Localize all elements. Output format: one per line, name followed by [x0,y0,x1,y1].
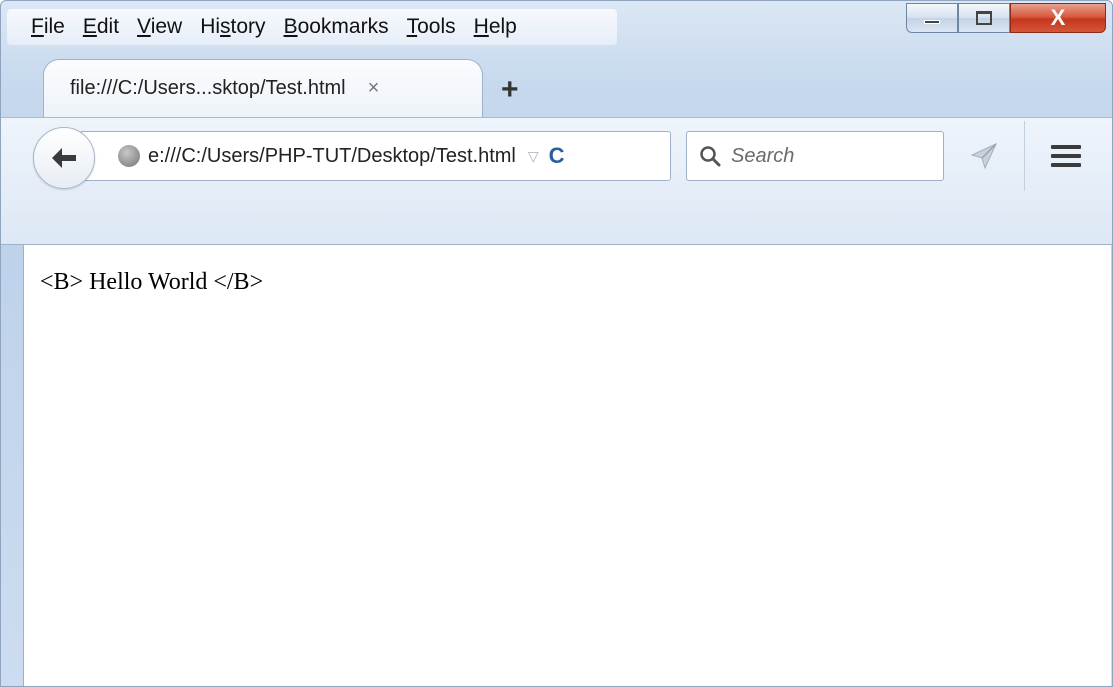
close-icon: X [1050,5,1066,30]
menu-history[interactable]: History [200,15,265,39]
maximize-button[interactable] [958,3,1010,33]
send-icon[interactable] [969,141,999,171]
toolbar-divider [1024,121,1025,191]
menu-bar: File Edit View History Bookmarks Tools H… [7,9,617,45]
back-arrow-icon [52,148,76,168]
menu-help[interactable]: Help [474,15,517,39]
tab-title: file:///C:/Users...sktop/Test.html [70,77,346,99]
page-text: <B> Hello World </B> [40,269,264,295]
back-button[interactable] [33,127,95,189]
page-content: <B> Hello World </B> [23,245,1111,686]
tab-close-icon[interactable]: × [368,77,380,100]
menu-file[interactable]: File [31,15,65,39]
minimize-icon [924,20,940,24]
menu-bookmarks[interactable]: Bookmarks [284,15,389,39]
globe-icon [118,145,140,167]
minimize-button[interactable] [906,3,958,33]
history-dropdown-icon[interactable]: ▽ [528,148,539,165]
url-bar[interactable]: e:///C:/Users/PHP-TUT/Desktop/Test.html … [81,131,671,181]
close-window-button[interactable]: X [1010,3,1106,33]
new-tab-button[interactable]: + [501,73,519,107]
hamburger-menu-icon[interactable] [1051,145,1081,167]
url-text[interactable]: e:///C:/Users/PHP-TUT/Desktop/Test.html [148,145,516,168]
window-controls: X [906,3,1106,37]
tab-active[interactable]: file:///C:/Users...sktop/Test.html × [43,59,483,117]
menu-view[interactable]: View [137,15,182,39]
search-icon [700,146,721,167]
search-bar[interactable] [686,131,944,181]
menu-tools[interactable]: Tools [407,15,456,39]
menu-edit[interactable]: Edit [83,15,119,39]
search-input[interactable] [731,144,931,168]
maximize-icon [976,11,992,25]
reload-icon[interactable]: C [549,143,565,169]
browser-window: File Edit View History Bookmarks Tools H… [0,0,1113,687]
